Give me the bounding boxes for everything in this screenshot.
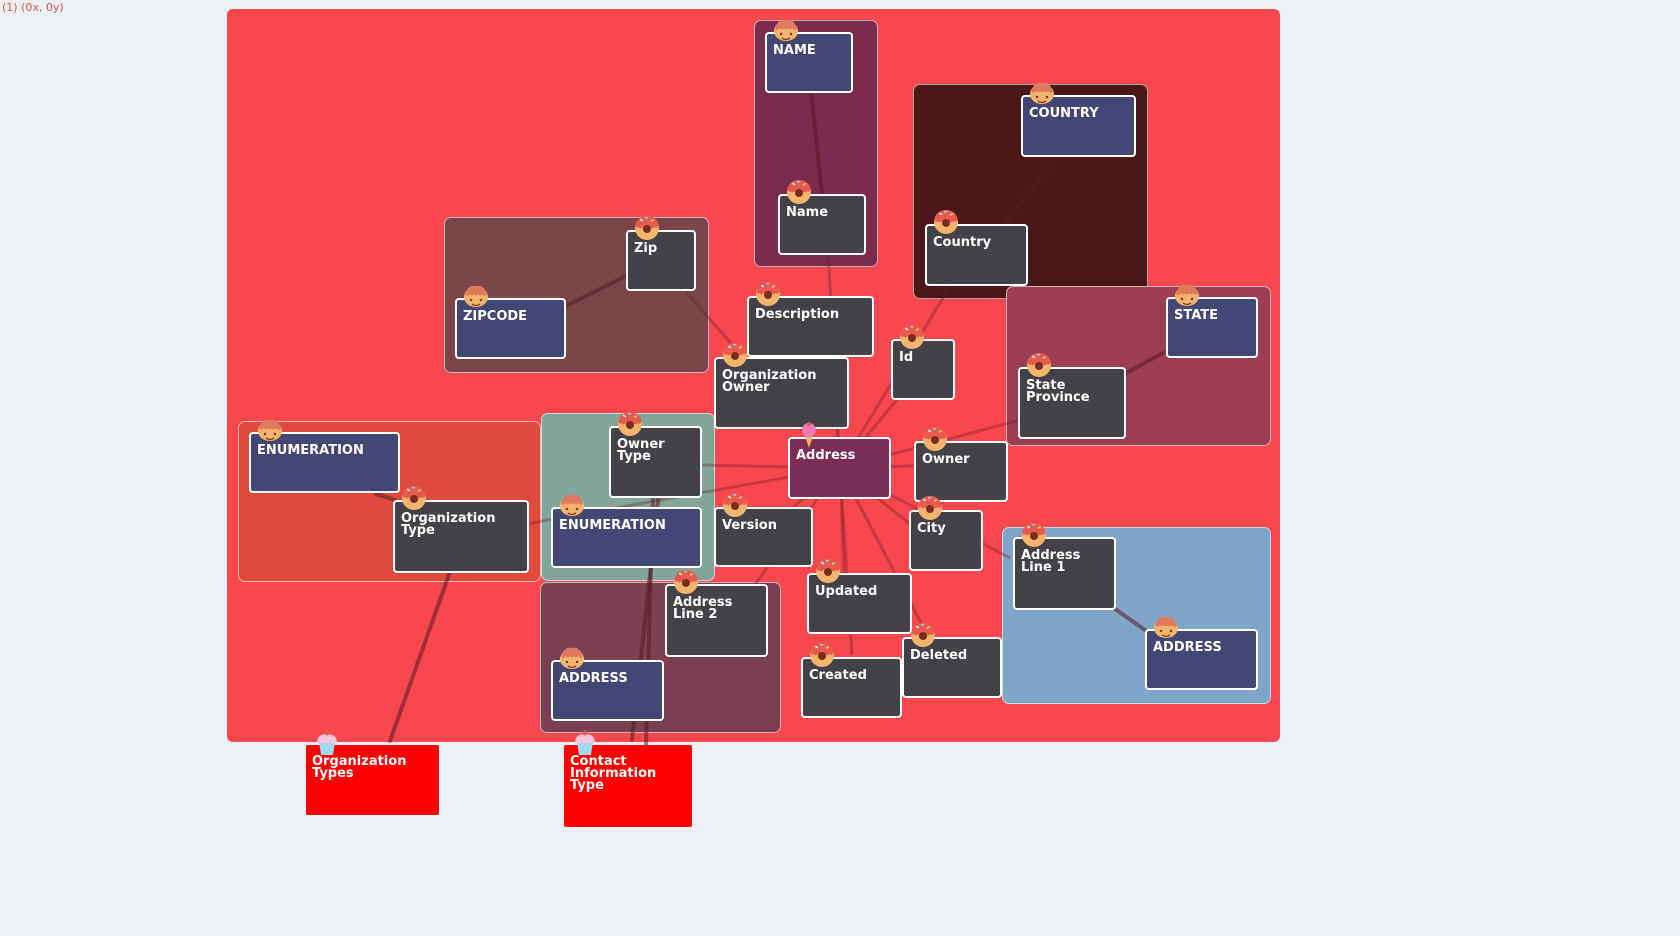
donut-icon bbox=[915, 492, 945, 522]
ice-cream-icon bbox=[794, 419, 824, 449]
donut-icon bbox=[1019, 519, 1049, 549]
donut-icon bbox=[720, 339, 750, 369]
pretzel-icon bbox=[557, 489, 587, 519]
donut-icon bbox=[807, 639, 837, 669]
pretzel-icon bbox=[1027, 77, 1057, 107]
donut-icon bbox=[784, 176, 814, 206]
donut-icon bbox=[931, 206, 961, 236]
donut-icon bbox=[399, 482, 429, 512]
donut-icon bbox=[813, 555, 843, 585]
cupcake-icon bbox=[570, 727, 600, 757]
donut-icon bbox=[920, 423, 950, 453]
node-contact-information-type[interactable]: Contact Information Type bbox=[564, 745, 692, 827]
pretzel-icon bbox=[1151, 611, 1181, 641]
donut-icon bbox=[897, 321, 927, 351]
pretzel-icon bbox=[771, 14, 801, 44]
pretzel-icon bbox=[255, 414, 285, 444]
pretzel-icon bbox=[461, 280, 491, 310]
donut-icon bbox=[615, 408, 645, 438]
pretzel-icon bbox=[557, 642, 587, 672]
donut-icon bbox=[908, 619, 938, 649]
donut-icon bbox=[1024, 349, 1054, 379]
cupcake-icon bbox=[312, 727, 342, 757]
donut-icon bbox=[671, 566, 701, 596]
donut-icon bbox=[753, 278, 783, 308]
pretzel-icon bbox=[1172, 279, 1202, 309]
diagram-canvas[interactable]: NAME COUNTRY ZIPCODE STATE ENUMERATION E… bbox=[0, 0, 1680, 936]
donut-icon bbox=[720, 489, 750, 519]
donut-icon bbox=[632, 212, 662, 242]
